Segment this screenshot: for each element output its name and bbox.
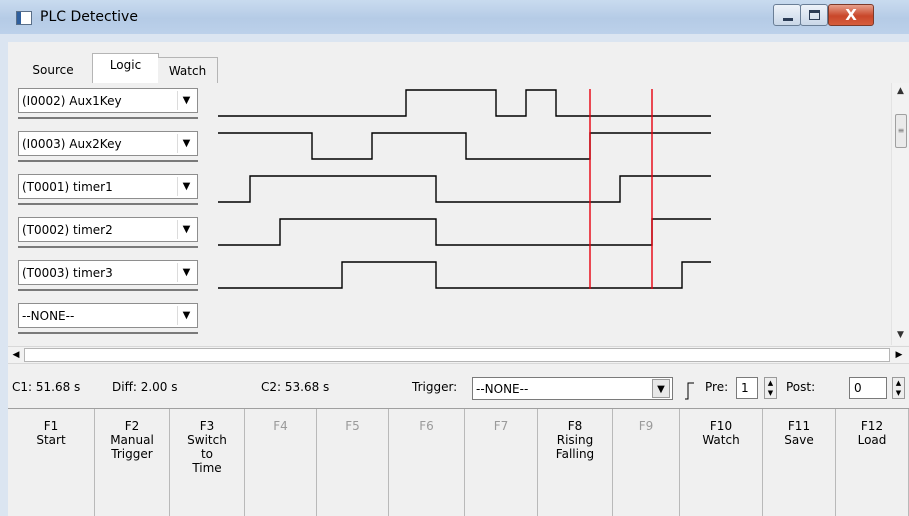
fkey-f12[interactable]: F12 Load xyxy=(836,409,909,516)
function-key-bar: F1 Start F2 Manual Trigger F3 Switch to Time F… xyxy=(8,408,909,516)
vertical-scroll-thumb[interactable]: ≡ xyxy=(895,114,907,148)
signal-trace xyxy=(218,261,711,289)
fkey-key: F9 xyxy=(638,419,654,433)
pre-spinner-icon[interactable]: ▲ ▼ xyxy=(764,377,777,399)
tab-watch[interactable]: Watch xyxy=(158,57,218,83)
scroll-left-icon[interactable]: ◀ xyxy=(8,347,24,363)
fkey-key: F5 xyxy=(345,419,360,433)
fkey-f2[interactable]: F2 Manual Trigger xyxy=(95,409,170,516)
fkey-key: F3 xyxy=(199,419,215,433)
pre-input[interactable]: 1 xyxy=(736,377,758,399)
client-area: Source Logic Watch (I0002) Aux1Key ▼ (I000… xyxy=(8,42,909,516)
pre-label: Pre: xyxy=(705,380,729,394)
trigger-select[interactable]: --NONE-- ▼ xyxy=(472,377,673,400)
rising-edge-icon xyxy=(685,382,694,400)
signal-trace xyxy=(218,89,711,117)
signal-trace xyxy=(218,218,711,246)
fkey-key: F11 xyxy=(787,419,811,433)
trigger-value: --NONE-- xyxy=(476,382,529,396)
horizontal-scrollbar[interactable]: ◀ ▶ xyxy=(8,346,909,364)
scroll-down-icon[interactable]: ▼ xyxy=(892,327,909,344)
chevron-down-icon[interactable]: ▼ xyxy=(652,379,670,398)
fkey-f3[interactable]: F3 Switch to Time xyxy=(170,409,245,516)
fkey-key: F2 xyxy=(124,419,140,433)
signal-trace xyxy=(218,175,711,203)
minimize-icon xyxy=(783,18,793,21)
scroll-right-icon[interactable]: ▶ xyxy=(891,347,907,363)
window-title: PLC Detective xyxy=(40,9,138,25)
fkey-f1[interactable]: F1 Start xyxy=(8,409,95,516)
fkey-f6[interactable]: F6 xyxy=(389,409,465,516)
post-spinner-icon[interactable]: ▲ ▼ xyxy=(892,377,905,399)
fkey-f8[interactable]: F8 Rising Falling xyxy=(538,409,613,516)
waveform-area[interactable] xyxy=(8,83,909,345)
status-row: C1: 51.68 s Diff: 2.00 s C2: 53.68 s Tri… xyxy=(8,364,909,408)
fkey-key: F7 xyxy=(493,419,509,433)
plc-detective-window: PLC Detective X Source Logic Watch (I000… xyxy=(0,0,909,516)
fkey-label: Start xyxy=(36,433,66,447)
fkey-label: Manual Trigger xyxy=(110,433,154,461)
cursor-diff: Diff: 2.00 s xyxy=(112,380,178,394)
title-bar[interactable]: PLC Detective X xyxy=(0,0,909,34)
fkey-label: Switch to Time xyxy=(187,433,227,475)
post-value: 0 xyxy=(854,381,862,395)
fkey-f9[interactable]: F9 xyxy=(613,409,680,516)
app-icon xyxy=(16,11,32,25)
tab-bar: Source Logic Watch xyxy=(8,42,909,83)
fkey-label: Save xyxy=(784,433,814,447)
tab-source[interactable]: Source xyxy=(12,57,94,83)
logic-analyzer-panel: (I0002) Aux1Key ▼ (I0003) Aux2Key ▼ (T0001) … xyxy=(8,83,909,345)
fkey-key: F4 xyxy=(273,419,288,433)
fkey-label: Watch xyxy=(702,433,740,447)
fkey-key: F10 xyxy=(709,419,733,433)
fkey-label: Load xyxy=(857,433,887,447)
horizontal-scroll-thumb[interactable] xyxy=(24,348,890,362)
fkey-label: Rising Falling xyxy=(555,433,595,461)
close-icon: X xyxy=(845,6,857,24)
maximize-button[interactable] xyxy=(800,4,828,26)
fkey-key: F8 xyxy=(567,419,583,433)
fkey-f4[interactable]: F4 xyxy=(245,409,317,516)
signal-trace xyxy=(218,132,711,160)
scroll-up-icon[interactable]: ▲ xyxy=(892,83,909,100)
trigger-label: Trigger: xyxy=(412,380,458,394)
vertical-scrollbar[interactable]: ▲ ≡ ▼ xyxy=(891,83,909,345)
fkey-f7[interactable]: F7 xyxy=(465,409,538,516)
cursor-2-time: C2: 53.68 s xyxy=(261,380,330,394)
post-input[interactable]: 0 xyxy=(849,377,887,399)
minimize-button[interactable] xyxy=(773,4,801,26)
cursor-1-time: C1: 51.68 s xyxy=(12,380,81,394)
fkey-f5[interactable]: F5 xyxy=(317,409,389,516)
tab-logic[interactable]: Logic xyxy=(92,53,159,83)
pre-value: 1 xyxy=(741,381,749,395)
maximize-icon xyxy=(809,10,820,20)
time-cursors xyxy=(589,89,653,289)
close-button[interactable]: X xyxy=(828,4,874,26)
fkey-key: F1 xyxy=(43,419,59,433)
fkey-f10[interactable]: F10 Watch xyxy=(680,409,763,516)
fkey-key: F12 xyxy=(860,419,884,433)
fkey-key: F6 xyxy=(419,419,434,433)
fkey-f11[interactable]: F11 Save xyxy=(763,409,836,516)
post-label: Post: xyxy=(786,380,816,394)
signal-traces xyxy=(218,89,711,289)
